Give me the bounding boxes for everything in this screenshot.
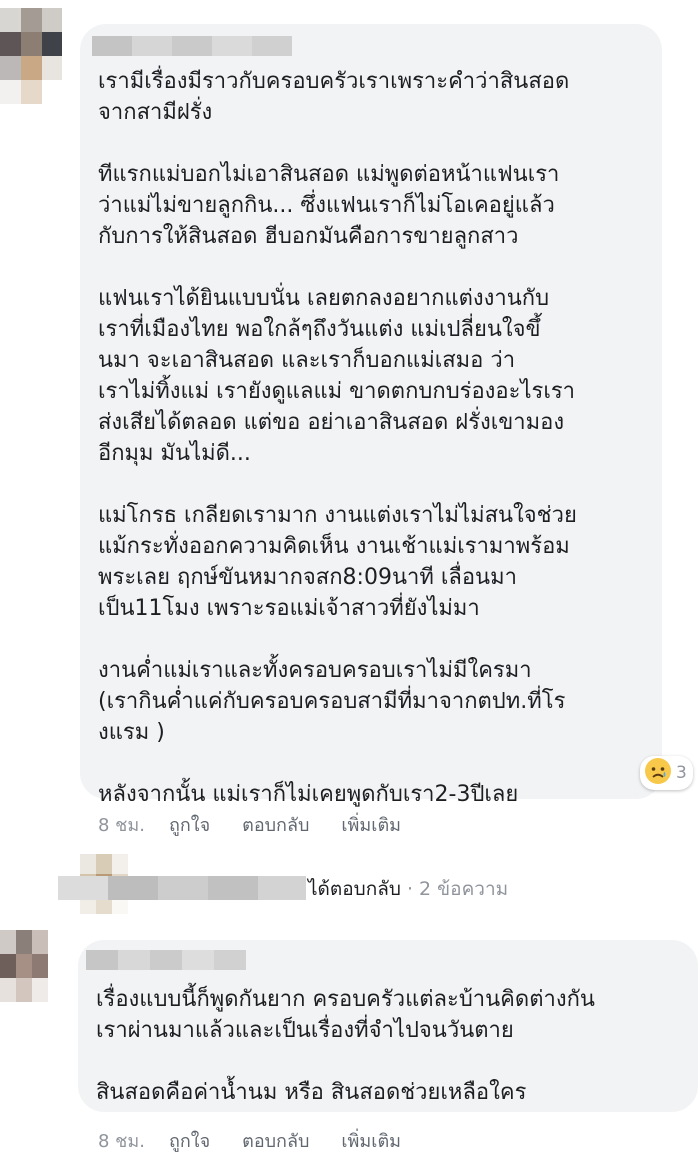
comment-1-paragraph: หลังจากนั้น แม่เราก็ไม่เคยพูดกับเรา2-3ปี…: [98, 782, 519, 807]
comment-2-actions: 8 ชม. ถูกใจ ตอบกลับ เพิ่มเติม: [98, 1126, 433, 1155]
like-link[interactable]: ถูกใจ: [169, 810, 210, 839]
more-link[interactable]: เพิ่มเติม: [341, 810, 401, 839]
comment-1-paragraph: แม่โกรธ เกลียดเรามาก งานแต่งเราไม่ไม่สนใ…: [98, 503, 577, 621]
comment-timestamp[interactable]: 8 ชม.: [98, 1126, 145, 1155]
comment-bubble-2: เรื่องแบบนี้ก็พูดกันยาก ครอบครัวแต่ละบ้า…: [78, 940, 698, 1112]
comment-1-paragraph: เรามีเรื่องมีราวกับครอบครัวเราเพราะคำว่า…: [98, 69, 570, 125]
commenter-name-blurred-2[interactable]: [86, 950, 246, 970]
commenter-avatar-1[interactable]: [0, 8, 62, 104]
reply-author-name-blurred[interactable]: [58, 876, 306, 900]
replies-summary-link[interactable]: ได้ตอบกลับ · 2 ข้อความ: [308, 874, 508, 904]
reply-link[interactable]: ตอบกลับ: [242, 1126, 309, 1155]
like-link[interactable]: ถูกใจ: [169, 1126, 210, 1155]
reply-link[interactable]: ตอบกลับ: [242, 810, 309, 839]
replied-label: ได้ตอบกลับ: [308, 878, 401, 900]
comment-1-paragraph: ทีแรกแม่บอกไม่เอาสินสอด แม่พูดต่อหน้าแฟน…: [98, 162, 560, 249]
comment-1-paragraph: แฟนเราได้ยินแบบนั่น เลยตกลงอยากแต่งงานกั…: [98, 286, 576, 466]
commenter-avatar-2[interactable]: [0, 930, 48, 1002]
comment-1-actions: 8 ชม. ถูกใจ ตอบกลับ เพิ่มเติม: [98, 810, 433, 839]
reaction-summary[interactable]: 3: [640, 756, 693, 790]
commenter-name-blurred-1-inbubble: [92, 36, 292, 56]
comment-2-paragraph: สินสอดคือค่าน้ำนม หรือ สินสอดช่วยเหลือใค…: [96, 1080, 527, 1105]
reaction-count: 3: [676, 763, 687, 783]
comment-1-paragraph: งานค่ำแม่เราและทั้งครอบครอบเราไม่มีใครมา…: [98, 658, 566, 745]
comment-2-paragraph: เรื่องแบบนี้ก็พูดกันยาก ครอบครัวแต่ละบ้า…: [96, 987, 595, 1043]
reply-count: · 2 ข้อความ: [400, 878, 509, 900]
comment-bubble-1: เรามีเรื่องมีราวกับครอบครัวเราเพราะคำว่า…: [80, 24, 662, 807]
comment-timestamp[interactable]: 8 ชม.: [98, 810, 145, 839]
sad-face-icon: [644, 757, 672, 789]
more-link[interactable]: เพิ่มเติม: [341, 1126, 401, 1155]
